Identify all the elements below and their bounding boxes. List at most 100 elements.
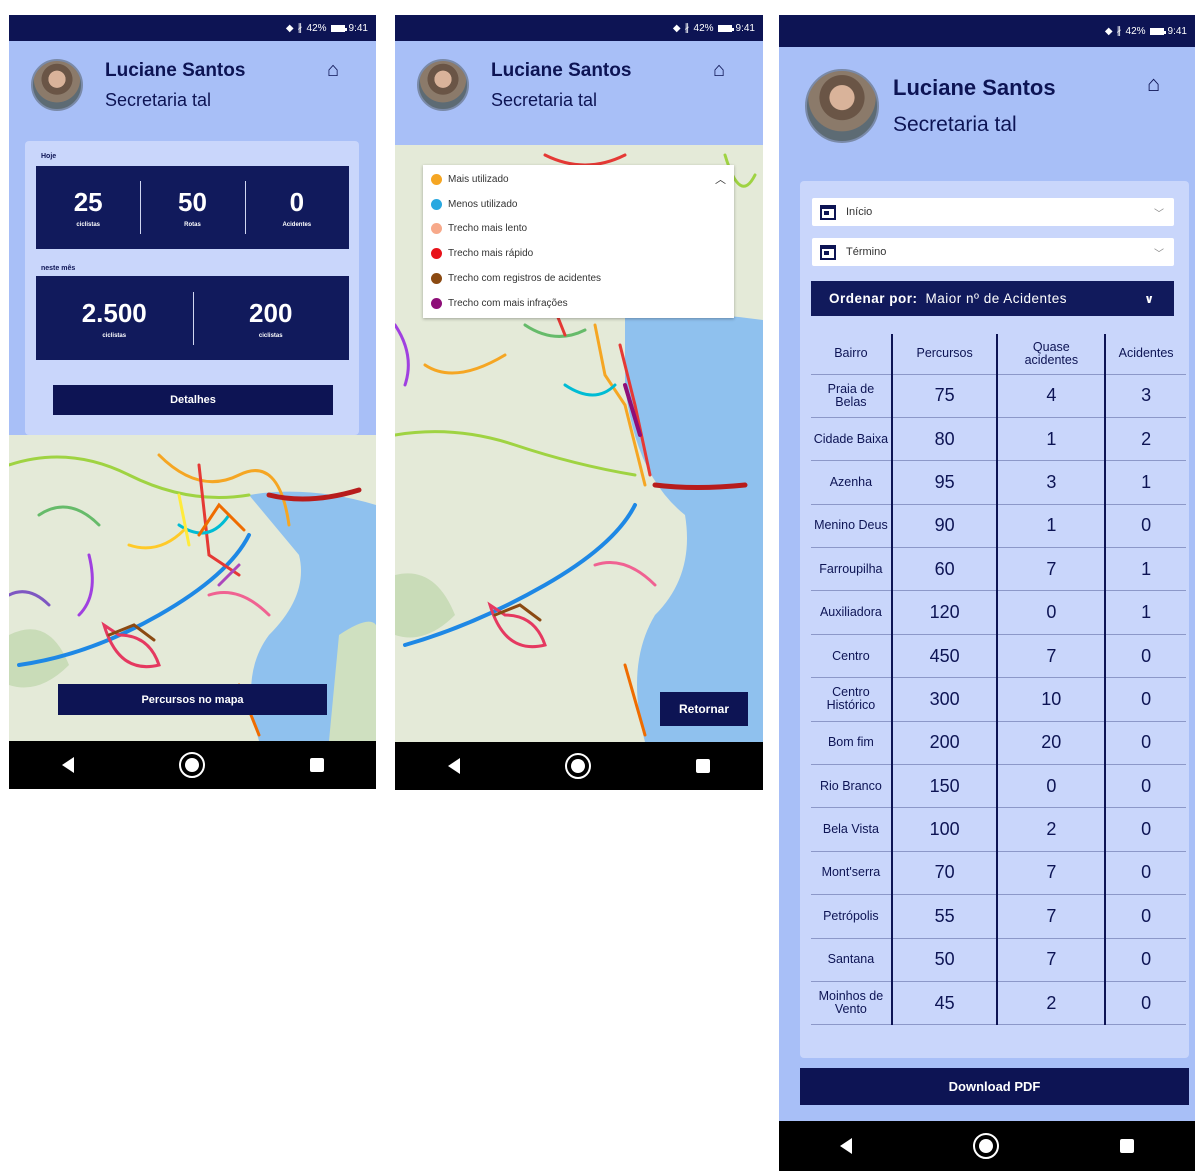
legend-dot	[431, 198, 442, 210]
cell-percursos: 450	[891, 633, 999, 678]
cell-quase-acidentes: 7	[997, 547, 1107, 591]
cell-quase-acidentes: 0	[997, 590, 1107, 635]
table-row: Bom fim 200 20 0	[811, 720, 1186, 765]
legend-item-slowest: Trecho mais lento	[423, 217, 734, 242]
table-row: Praia de Belas 75 4 3	[811, 373, 1186, 418]
return-button[interactable]: Retornar	[660, 692, 748, 726]
start-date-field[interactable]: Início ﹀	[812, 198, 1174, 226]
chevron-down-icon[interactable]: ∨	[1144, 292, 1154, 306]
bluetooth-icon: ∦	[1116, 25, 1122, 37]
phone-dashboard: ◆ ∦ 42% 9:41 Luciane Santos Secretaria t…	[9, 15, 376, 789]
details-button[interactable]: Detalhes	[53, 385, 333, 415]
back-icon[interactable]	[839, 1138, 852, 1154]
cell-acidentes: 0	[1105, 720, 1186, 765]
cell-quase-acidentes: 10	[997, 677, 1107, 722]
recent-apps-icon[interactable]	[1120, 1139, 1135, 1153]
cell-bairro: Mont'serra	[811, 850, 893, 895]
col-header-quase: Quase acidentes	[997, 334, 1107, 374]
phone-map: ◆ ∦ 42% 9:41 Luciane Santos Secretaria t…	[395, 15, 763, 790]
today-stats: 25 ciclistas 50 Rotas 0 Acidentes	[36, 166, 349, 249]
cell-acidentes: 0	[1105, 894, 1186, 939]
user-name: Luciane Santos	[893, 75, 1056, 100]
col-header-percursos: Percursos	[891, 334, 999, 374]
report-panel: Início ﹀ Término ﹀ Ordenar por: Maior nº…	[800, 181, 1189, 1058]
status-bar: ◆ ∦ 42% 9:41	[395, 15, 763, 41]
cell-bairro: Cidade Baixa	[811, 416, 893, 461]
today-stat-routes: 50 Rotas	[140, 181, 244, 234]
map-legend[interactable]: ︿ Mais utilizado Menos utilizado Trecho …	[423, 165, 734, 318]
clock: 9:41	[348, 22, 368, 34]
cell-bairro: Moinhos de Vento	[811, 980, 893, 1026]
android-nav-bar	[395, 742, 763, 790]
home-circle-icon[interactable]	[564, 753, 591, 779]
chevron-up-icon[interactable]: ︿	[715, 171, 726, 187]
battery-percent: 42%	[693, 22, 714, 34]
cell-bairro: Menino Deus	[811, 503, 893, 548]
legend-dot	[431, 173, 442, 185]
phone-report: ◆ ∦ 42% 9:41 Luciane Santos Secretaria t…	[779, 15, 1195, 1171]
calendar-icon	[820, 244, 836, 260]
user-name: Luciane Santos	[491, 59, 632, 81]
cell-percursos: 300	[891, 677, 999, 722]
home-circle-icon[interactable]	[972, 1133, 999, 1159]
cell-bairro: Bom fim	[811, 720, 893, 765]
end-date-placeholder: Término	[846, 246, 887, 258]
cell-bairro: Azenha	[811, 460, 893, 505]
cell-quase-acidentes: 7	[997, 633, 1107, 678]
today-stat-accidents: 0 Acidentes	[244, 181, 349, 234]
download-pdf-button[interactable]: Download PDF	[800, 1068, 1189, 1105]
col-header-bairro: Bairro	[811, 334, 893, 374]
cell-acidentes: 0	[1105, 764, 1186, 808]
cell-quase-acidentes: 2	[997, 807, 1107, 852]
table-row: Cidade Baixa 80 1 2	[811, 416, 1186, 461]
legend-dot	[431, 297, 442, 309]
cell-quase-acidentes: 20	[997, 720, 1107, 765]
table-row: Menino Deus 90 1 0	[811, 503, 1186, 548]
cell-percursos: 50	[891, 937, 999, 982]
legend-dot	[431, 273, 442, 285]
clock: 9:41	[1167, 25, 1187, 37]
home-circle-icon[interactable]	[178, 752, 205, 778]
legend-dot	[431, 248, 442, 260]
cell-acidentes: 3	[1105, 373, 1186, 418]
routes-map-button[interactable]: Percursos no mapa	[58, 684, 327, 715]
table-row: Azenha 95 3 1	[811, 460, 1186, 505]
cell-quase-acidentes: 7	[997, 937, 1107, 982]
cell-bairro: Bela Vista	[811, 807, 893, 852]
home-icon[interactable]: ⌂	[327, 59, 339, 82]
neighborhood-table: Bairro Percursos Quase acidentes Acident…	[811, 334, 1186, 1026]
cell-acidentes: 0	[1105, 503, 1186, 548]
cell-quase-acidentes: 0	[997, 764, 1107, 808]
recent-apps-icon[interactable]	[309, 758, 324, 772]
chevron-down-icon[interactable]: ﹀	[1154, 205, 1164, 220]
end-date-field[interactable]: Término ﹀	[812, 238, 1174, 266]
home-icon[interactable]: ⌂	[713, 59, 725, 82]
sort-dropdown[interactable]: Ordenar por: Maior nº de Acidentes ∨	[811, 281, 1174, 316]
month-stats: 2.500 ciclistas 200 ciclistas	[36, 276, 349, 360]
cell-acidentes: 0	[1105, 677, 1186, 722]
cell-acidentes: 1	[1105, 547, 1186, 591]
cell-percursos: 45	[891, 980, 999, 1026]
legend-item-fastest: Trecho mais rápido	[423, 241, 734, 266]
legend-item-least-used: Menos utilizado	[423, 192, 734, 217]
back-icon[interactable]	[61, 757, 74, 773]
table-row: Moinhos de Vento 45 2 0	[811, 980, 1186, 1026]
back-icon[interactable]	[447, 758, 460, 774]
cell-percursos: 60	[891, 547, 999, 591]
legend-item-accidents: Trecho com registros de acidentes	[423, 266, 734, 291]
cell-acidentes: 0	[1105, 633, 1186, 678]
avatar	[805, 69, 879, 143]
status-bar: ◆ ∦ 42% 9:41	[779, 15, 1195, 47]
home-icon[interactable]: ⌂	[1147, 71, 1160, 97]
cell-quase-acidentes: 1	[997, 503, 1107, 548]
table-row: Centro Histórico 300 10 0	[811, 677, 1186, 722]
cell-quase-acidentes: 4	[997, 373, 1107, 418]
cell-bairro: Auxiliadora	[811, 590, 893, 635]
cell-bairro: Farroupilha	[811, 547, 893, 591]
cell-bairro: Centro	[811, 633, 893, 678]
recent-apps-icon[interactable]	[696, 759, 711, 773]
chevron-down-icon[interactable]: ﹀	[1154, 245, 1164, 260]
cell-acidentes: 1	[1105, 590, 1186, 635]
user-subtitle: Secretaria tal	[491, 89, 598, 110]
month-stat-cyclists: 2.500 ciclistas	[81, 297, 147, 339]
